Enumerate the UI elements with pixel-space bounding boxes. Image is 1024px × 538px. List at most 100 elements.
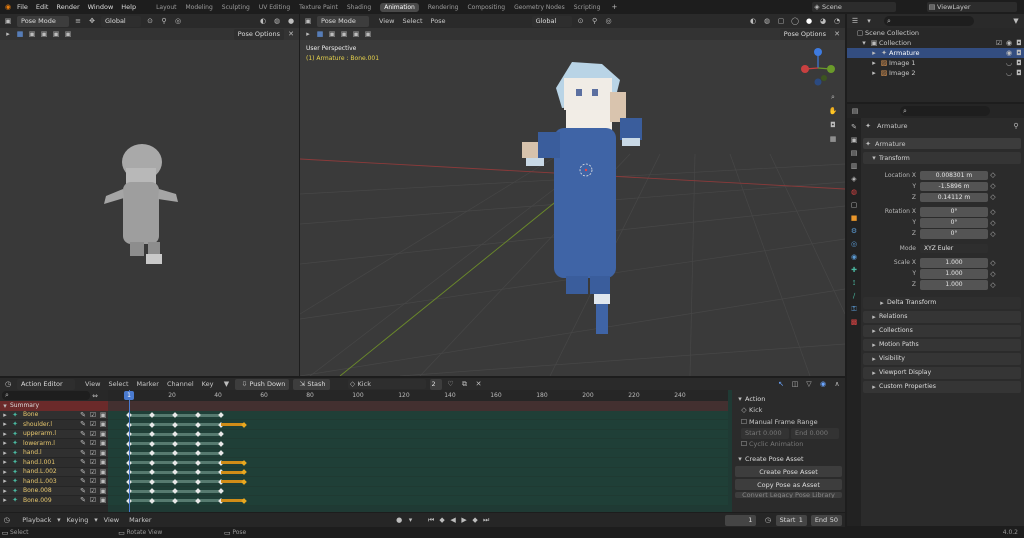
eye-icon[interactable]: ◡ [1004,58,1014,68]
keyframe-marker[interactable] [217,450,224,456]
action-panel-header[interactable]: ▾ Action [735,393,842,404]
tab-shading[interactable]: Shading [347,4,371,11]
tab-compositing[interactable]: Compositing [467,4,505,11]
outliner-item-image-1[interactable]: ▸ ▨ Image 1 ◡ ◘ [847,58,1024,68]
outliner-item-image-2[interactable]: ▸ ▨ Image 2 ◡ ◘ [847,68,1024,78]
display-mode-icon[interactable]: ▾ [864,16,874,26]
overlay-icon[interactable]: ◍ [762,16,772,26]
keyframe-icon[interactable]: ◇ [988,269,998,279]
lock-icon[interactable]: ▣ [98,495,108,505]
keyframe-icon[interactable]: ◇ [988,170,998,180]
keyframe-marker[interactable] [171,431,178,437]
wrench-icon[interactable]: ✎ [78,467,88,477]
expand-arrow-icon[interactable]: ▸ [869,58,879,68]
snapping-icon[interactable]: ◉ [818,379,828,389]
view-icon[interactable]: ≡ [73,16,83,26]
xray-icon[interactable]: ▢ [776,16,786,26]
new-action-icon[interactable]: ⧉ [460,379,470,389]
scale-y-field[interactable]: 1.000 [920,269,988,279]
channel-row[interactable]: ▸ ✦ Bone.009 ✎ ☑ ▣ [0,496,108,506]
select-mode-4-icon[interactable]: ▣ [363,29,373,39]
menu-file[interactable]: File [17,3,28,11]
overlay-icon[interactable]: ◍ [272,16,282,26]
tab-sculpting[interactable]: Sculpting [222,4,250,11]
next-keyframe-icon[interactable]: ◆ [470,515,480,525]
rotation-z-field[interactable]: 0° [920,229,988,239]
wrench-icon[interactable]: ✎ [78,419,88,429]
constraints-tab-icon[interactable]: ✚ [849,265,859,275]
wrench-icon[interactable]: ✎ [78,410,88,420]
copy-pose-as-asset-button[interactable]: Copy Pose as Asset [735,479,842,490]
expand-arrow-icon[interactable]: ▸ [0,429,10,439]
select-mode-2-icon[interactable]: ▣ [339,29,349,39]
checkbox-icon[interactable]: ☑ [88,457,98,467]
wrench-icon[interactable]: ✎ [78,429,88,439]
filter-icon[interactable]: ▼ [1011,16,1021,26]
texture-tab-icon[interactable]: ▩ [849,317,859,327]
solid-shading-icon[interactable]: ● [804,16,814,26]
create-pose-asset-button[interactable]: Create Pose Asset [735,466,842,477]
main-pose-options[interactable]: Pose Options [779,28,830,40]
visibility-icon[interactable]: ◐ [258,16,268,26]
close-icon[interactable]: ✕ [832,29,842,39]
view-layer-tab-icon[interactable]: ▥ [849,161,859,171]
keying-set-icon[interactable]: ▾ [407,515,414,525]
outliner[interactable]: ☰ ▾ ⌕ ▼ ▢ Scene Collection ▾ ▣ Collectio… [847,14,1024,102]
properties-data-field[interactable]: ✦ Armature [863,138,1021,149]
menu-key[interactable]: Key [202,380,214,388]
keyframe-marker[interactable] [217,488,224,494]
world-tab-icon[interactable]: ◍ [849,187,859,197]
tool-tab-icon[interactable]: ✎ [849,122,859,132]
camera-icon[interactable]: ◘ [1014,38,1024,48]
lock-icon[interactable]: ▣ [98,429,108,439]
record-icon[interactable]: ● [396,515,403,525]
expand-arrow-icon[interactable]: ▸ [869,48,879,58]
only-selected-icon[interactable]: ↖ [776,379,786,389]
menu-help[interactable]: Help [121,3,136,11]
tab-rendering[interactable]: Rendering [428,4,459,11]
zoom-icon[interactable]: ⌕ [828,92,838,102]
close-icon[interactable]: ✕ [286,29,296,39]
physics-tab-icon[interactable]: ◉ [849,252,859,262]
menu-render[interactable]: Render [56,3,79,11]
lock-icon[interactable]: ▣ [98,467,108,477]
camera-icon[interactable]: ◘ [1014,68,1024,78]
expand-arrow-icon[interactable]: ▸ [0,476,10,486]
keyframe-marker[interactable] [171,412,178,418]
frame-end-field[interactable]: End 0.000 [791,427,839,439]
keyframe-icon[interactable]: ◇ [988,207,998,217]
menu-select[interactable]: Select [108,380,128,388]
custom-properties-panel[interactable]: ▸ Custom Properties [863,380,1021,393]
menu-window[interactable]: Window [88,3,114,11]
wrench-icon[interactable]: ✎ [78,476,88,486]
pivot-icon[interactable]: ⊙ [576,16,586,26]
keyframe-marker[interactable] [148,450,155,456]
main-mode-dropdown[interactable]: Pose Mode [317,15,369,27]
preview-range-icon[interactable]: ◷ [764,515,771,525]
toolbar-toggle-icon[interactable]: ▸ [303,29,313,39]
keyframe-icon[interactable]: ◇ [988,181,998,191]
editor-type-icon[interactable]: ◷ [3,379,13,389]
camera-view-icon[interactable]: ◘ [828,120,838,130]
eye-icon[interactable]: ◡ [1004,68,1014,78]
lock-icon[interactable]: ▣ [98,457,108,467]
action-selector[interactable]: ◇ Kick [347,379,426,389]
checkbox-icon[interactable]: ☑ [88,448,98,458]
object-tab-icon[interactable]: ■ [849,213,859,223]
expand-arrow-icon[interactable]: ▸ [0,457,10,467]
lock-icon[interactable]: ▣ [98,486,108,496]
select-mode-4-icon[interactable]: ▣ [63,29,73,39]
fake-user-icon[interactable]: ♡ [446,379,456,389]
keyframe-marker[interactable] [148,469,155,475]
swap-icon[interactable]: ⇔ [90,391,100,401]
show-hidden-icon[interactable]: ◫ [790,379,800,389]
left-mode-dropdown[interactable]: Pose Mode [17,15,69,27]
lock-icon[interactable]: ▣ [98,438,108,448]
convert-legacy-button[interactable]: Convert Legacy Pose Library [735,492,842,498]
tab-animation[interactable]: Animation [380,2,419,12]
wrench-icon[interactable]: ✎ [78,448,88,458]
keyframe-marker[interactable] [194,412,201,418]
expand-arrow-icon[interactable]: ▸ [0,410,10,420]
transform-icon[interactable]: ✥ [87,16,97,26]
visibility-icon[interactable]: ◐ [748,16,758,26]
